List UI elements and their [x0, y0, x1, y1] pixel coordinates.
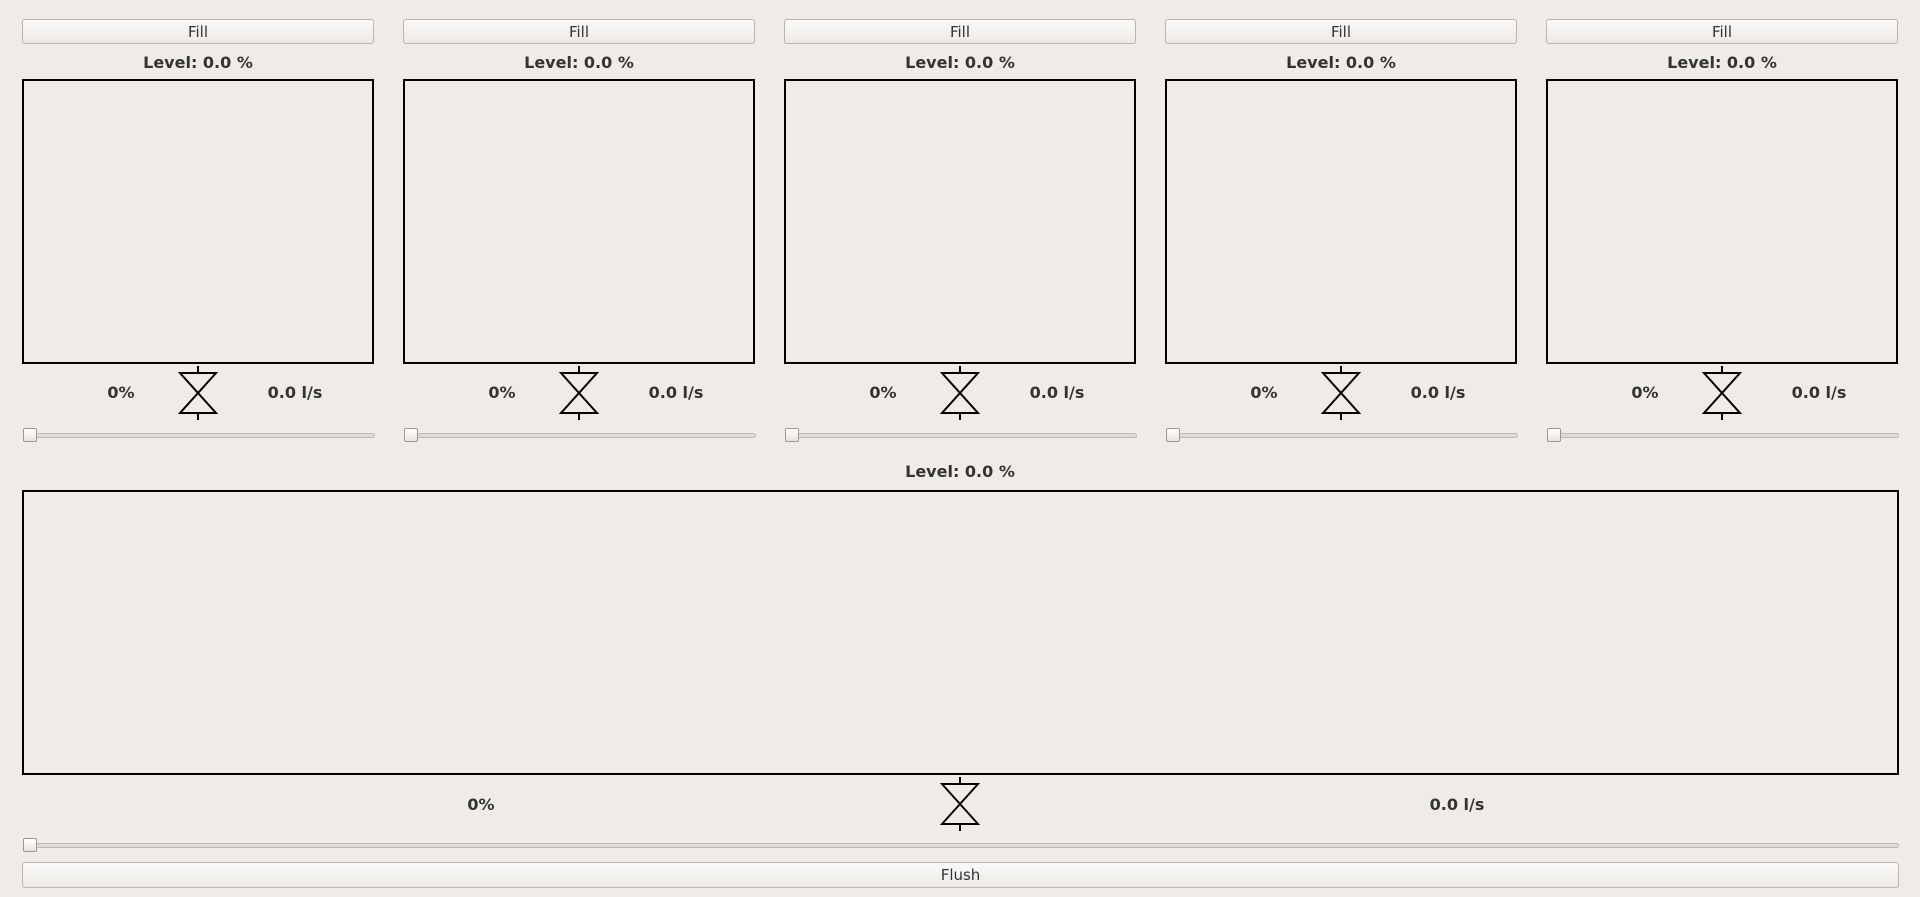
tank-column-4: Fill Level: 0.0 % 0% 0.0 l/s [1164, 18, 1518, 442]
level-label-2: Level: 0.0 % [524, 53, 634, 72]
level-label-3: Level: 0.0 % [905, 53, 1015, 72]
valve-percent-2: 0% [488, 383, 516, 402]
tank-5 [1546, 79, 1898, 364]
valve-slider-5[interactable] [1547, 433, 1899, 438]
valve-slider-handle-4[interactable] [1166, 428, 1180, 442]
main-valve-slider[interactable] [23, 843, 1899, 848]
main-level-label: Level: 0.0 % [905, 462, 1015, 481]
fill-button-2[interactable]: Fill [403, 19, 755, 44]
tank-column-2: Fill Level: 0.0 % 0% 0.0 l/s [402, 18, 756, 442]
valve-slider-2[interactable] [404, 433, 756, 438]
tank-1 [22, 79, 374, 364]
valve-slider-handle-5[interactable] [1547, 428, 1561, 442]
fill-button-5[interactable]: Fill [1546, 19, 1898, 44]
valve-slider-handle-2[interactable] [404, 428, 418, 442]
main-valve-percent: 0% [467, 795, 495, 814]
fill-button-1[interactable]: Fill [22, 19, 374, 44]
valve-icon[interactable] [1702, 366, 1742, 420]
main-flow-rate: 0.0 l/s [1429, 795, 1485, 814]
valve-slider-handle-3[interactable] [785, 428, 799, 442]
main-valve-slider-handle[interactable] [23, 838, 37, 852]
tank-column-5: Fill Level: 0.0 % 0% 0.0 l/s [1545, 18, 1899, 442]
valve-slider-1[interactable] [23, 433, 375, 438]
flow-rate-3: 0.0 l/s [1029, 383, 1085, 402]
flow-rate-2: 0.0 l/s [648, 383, 704, 402]
valve-icon[interactable] [559, 366, 599, 420]
main-tank-section: Level: 0.0 % 0% 0.0 l/s Flush [21, 462, 1899, 892]
tank-2 [403, 79, 755, 364]
valve-percent-3: 0% [869, 383, 897, 402]
valve-percent-1: 0% [107, 383, 135, 402]
main-tank [22, 490, 1899, 775]
flow-rate-5: 0.0 l/s [1791, 383, 1847, 402]
tank-4 [1165, 79, 1517, 364]
valve-icon[interactable] [940, 366, 980, 420]
level-label-4: Level: 0.0 % [1286, 53, 1396, 72]
fill-button-4[interactable]: Fill [1165, 19, 1517, 44]
tank-column-1: Fill Level: 0.0 % 0% 0.0 l/s [21, 18, 375, 442]
valve-icon[interactable] [1321, 366, 1361, 420]
valve-slider-handle-1[interactable] [23, 428, 37, 442]
valve-icon[interactable] [178, 366, 218, 420]
fill-button-3[interactable]: Fill [784, 19, 1136, 44]
level-label-1: Level: 0.0 % [143, 53, 253, 72]
tank-3 [784, 79, 1136, 364]
flush-button[interactable]: Flush [22, 862, 1899, 888]
flow-rate-1: 0.0 l/s [267, 383, 323, 402]
valve-slider-4[interactable] [1166, 433, 1518, 438]
flow-rate-4: 0.0 l/s [1410, 383, 1466, 402]
valve-icon[interactable] [940, 777, 980, 831]
valve-slider-3[interactable] [785, 433, 1137, 438]
valve-percent-4: 0% [1250, 383, 1278, 402]
tank-column-3: Fill Level: 0.0 % 0% 0.0 l/s [783, 18, 1137, 442]
level-label-5: Level: 0.0 % [1667, 53, 1777, 72]
valve-percent-5: 0% [1631, 383, 1659, 402]
